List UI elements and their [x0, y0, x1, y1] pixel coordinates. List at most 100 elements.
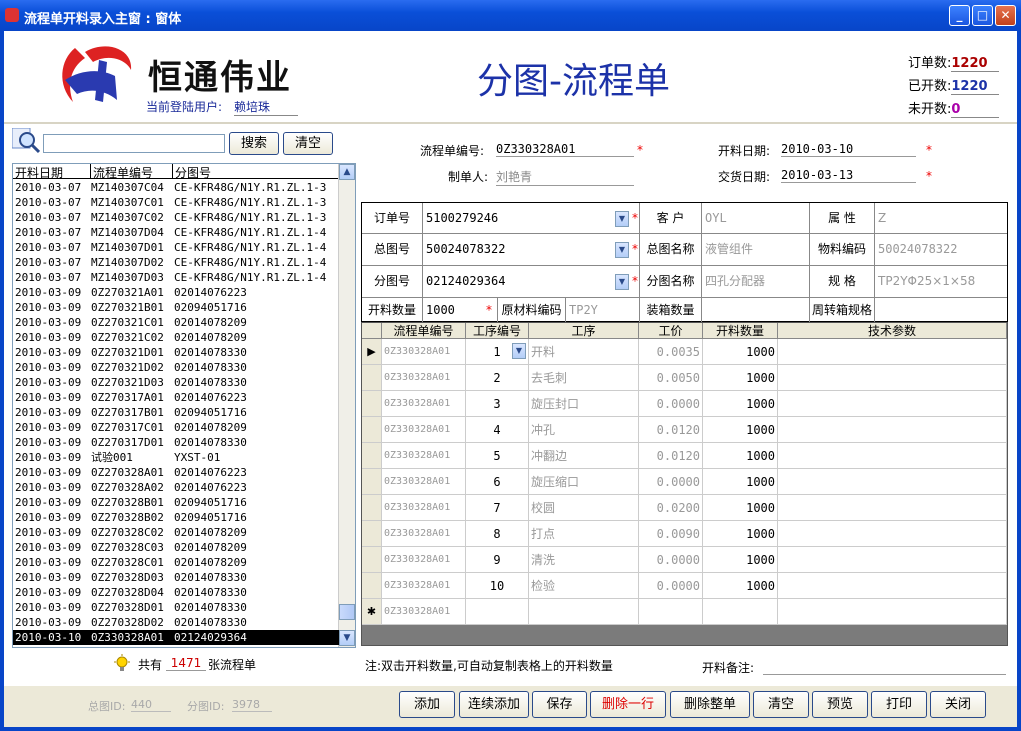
row-selector[interactable] — [362, 391, 382, 417]
grid-cell[interactable] — [778, 573, 1007, 599]
remark-field[interactable] — [763, 659, 1006, 675]
list-item[interactable]: 2010-03-09 0Z270328D02 02014078330 — [13, 615, 339, 630]
preview-button[interactable]: 预览 — [812, 691, 868, 718]
grid-cell[interactable]: 8 — [466, 521, 529, 547]
grid-cell[interactable]: 1000 — [703, 339, 778, 365]
current-row-indicator-icon[interactable]: ▶ — [362, 339, 382, 365]
grid-cell[interactable]: 4 — [466, 417, 529, 443]
list-item[interactable]: 2010-03-09 0Z270321D03 02014078330 — [13, 375, 339, 390]
grid-cell[interactable]: 10 — [466, 573, 529, 599]
grid-cell[interactable]: 0.0000 — [639, 547, 703, 573]
grid-row[interactable]: ▶ 0Z330328A01 1 开料 0.0035 1000 ▼ — [362, 339, 1007, 365]
grid-cell[interactable] — [778, 521, 1007, 547]
sub-field[interactable]: 02124029364 — [423, 266, 640, 298]
list-item[interactable]: 2010-03-09 0Z270328D03 02014078330 — [13, 570, 339, 585]
list-item[interactable]: 2010-03-07 MZ140307D04 CE-KFR48G/N1Y.R1.ZL… — [13, 225, 339, 240]
list-item[interactable]: 2010-03-09 0Z270317A01 02014076223 — [13, 390, 339, 405]
grid-cell[interactable]: 9 — [466, 547, 529, 573]
list-item[interactable]: 2010-03-09 0Z270328C03 02014078209 — [13, 540, 339, 555]
grid-row[interactable]: 0Z330328A01 7 校圆 0.0200 1000 — [362, 495, 1007, 521]
minimize-button[interactable]: _ — [949, 5, 970, 26]
grid-cell[interactable] — [466, 599, 529, 625]
search-button[interactable]: 搜索 — [229, 132, 279, 155]
list-item[interactable]: 2010-03-09 0Z270317B01 02094051716 — [13, 405, 339, 420]
list-item[interactable]: 2010-03-07 MZ140307C01 CE-KFR48G/N1Y.R1.ZL… — [13, 195, 339, 210]
list-item[interactable]: 2010-03-09 0Z270328C02 02014078209 — [13, 525, 339, 540]
grid-header-number[interactable]: 流程单编号 — [382, 323, 466, 339]
list-item[interactable]: 2010-03-07 MZ140307D03 CE-KFR48G/N1Y.R1.ZL… — [13, 270, 339, 285]
list-item[interactable]: 2010-03-07 MZ140307C04 CE-KFR48G/N1Y.R1.ZL… — [13, 180, 339, 195]
grid-cell[interactable]: 0Z330328A01 — [382, 469, 466, 495]
grid-cell[interactable] — [778, 339, 1007, 365]
maker-field[interactable]: 刘艳青 — [496, 168, 634, 186]
row-selector[interactable] — [362, 365, 382, 391]
grid-cell[interactable]: 0.0035 — [639, 339, 703, 365]
add-button[interactable]: 添加 — [399, 691, 455, 718]
grid-cell[interactable]: 7 — [466, 495, 529, 521]
grid-cell[interactable]: 冲翻边 — [529, 443, 639, 469]
grid-cell[interactable]: 清洗 — [529, 547, 639, 573]
grid-cell[interactable] — [529, 599, 639, 625]
grid-cell[interactable] — [778, 547, 1007, 573]
grid-cell[interactable]: 0.0050 — [639, 365, 703, 391]
grid-cell[interactable]: 0Z330328A01 — [382, 417, 466, 443]
grid-cell[interactable]: 0Z330328A01 — [382, 339, 466, 365]
close-button[interactable]: 关闭 — [930, 691, 986, 718]
grid-cell[interactable]: 1000 — [703, 495, 778, 521]
row-selector[interactable] — [362, 469, 382, 495]
list-header-drawing[interactable]: 分图号 — [173, 164, 339, 180]
grid-cell[interactable]: 0Z330328A01 — [382, 365, 466, 391]
grid-cell[interactable]: 旋压缩口 — [529, 469, 639, 495]
grid-cell[interactable]: 旋压封口 — [529, 391, 639, 417]
grid-cell[interactable]: 0Z330328A01 — [382, 547, 466, 573]
flow-sheet-list[interactable]: 开料日期 流程单编号 分图号 ▲ ▼ 2010-03-07 MZ140307C04… — [12, 163, 356, 648]
grid-cell[interactable] — [703, 599, 778, 625]
grid-cell[interactable]: 检验 — [529, 573, 639, 599]
material-code-field[interactable]: 50024078322 — [875, 234, 1007, 266]
grid-cell[interactable]: 0.0120 — [639, 443, 703, 469]
list-header-date[interactable]: 开料日期 — [13, 164, 91, 180]
grid-cell[interactable]: 0Z330328A01 — [382, 521, 466, 547]
grid-cell[interactable]: 5 — [466, 443, 529, 469]
maximize-button[interactable]: □ — [972, 5, 993, 26]
grid-cell[interactable]: 2 — [466, 365, 529, 391]
grid-cell[interactable]: 0Z330328A01 — [382, 573, 466, 599]
list-scrollbar[interactable]: ▲ ▼ — [338, 164, 355, 647]
new-row-indicator-icon[interactable]: ✱ — [362, 599, 382, 625]
grid-cell[interactable]: 校圆 — [529, 495, 639, 521]
grid-cell[interactable]: 1000 — [703, 521, 778, 547]
order-field[interactable]: 5100279246 — [423, 203, 640, 234]
row-selector[interactable] — [362, 495, 382, 521]
list-item[interactable]: 2010-03-07 MZ140307C02 CE-KFR48G/N1Y.R1.ZL… — [13, 210, 339, 225]
process-grid[interactable]: 流程单编号 工序编号 工序 工价 开料数量 技术参数 ▶ 0Z330328A01 1… — [361, 322, 1008, 646]
master-name-field[interactable]: 液管组件 — [702, 234, 810, 266]
list-item[interactable]: 2010-03-09 0Z270317C01 02014078209 — [13, 420, 339, 435]
grid-cell[interactable]: 0.0090 — [639, 521, 703, 547]
list-item[interactable]: 2010-03-09 0Z270328B01 02094051716 — [13, 495, 339, 510]
scroll-up-icon[interactable]: ▲ — [339, 164, 355, 180]
grid-cell[interactable]: 0Z330328A01 — [382, 495, 466, 521]
master-dropdown-icon[interactable]: ▼ — [615, 242, 629, 258]
clear-button[interactable]: 清空 — [753, 691, 809, 718]
list-item[interactable]: 2010-03-09 0Z270328D04 02014078330 — [13, 585, 339, 600]
grid-cell[interactable]: 0.0000 — [639, 573, 703, 599]
grid-cell[interactable] — [778, 391, 1007, 417]
grid-header-qty[interactable]: 开料数量 — [703, 323, 778, 339]
list-item[interactable]: 2010-03-09 0Z270321D02 02014078330 — [13, 360, 339, 375]
pack-field[interactable] — [702, 298, 810, 322]
grid-cell[interactable]: 开料 — [529, 339, 639, 365]
list-item[interactable]: 2010-03-07 MZ140307D02 CE-KFR48G/N1Y.R1.ZL… — [13, 255, 339, 270]
grid-cell[interactable]: 1000 — [703, 417, 778, 443]
row-selector[interactable] — [362, 417, 382, 443]
grid-cell[interactable]: 去毛刺 — [529, 365, 639, 391]
grid-new-row[interactable]: ✱ 0Z330328A01 — [362, 599, 1007, 625]
list-item[interactable]: 2010-03-09 0Z270328A02 02014076223 — [13, 480, 339, 495]
grid-cell[interactable]: 0.0200 — [639, 495, 703, 521]
grid-cell[interactable]: 0.0120 — [639, 417, 703, 443]
close-window-button[interactable]: ✕ — [995, 5, 1016, 26]
grid-cell[interactable]: 1000 — [703, 391, 778, 417]
list-item[interactable]: 2010-03-09 0Z270321B01 02094051716 — [13, 300, 339, 315]
sub-dropdown-icon[interactable]: ▼ — [615, 274, 629, 290]
grid-header-price[interactable]: 工价 — [639, 323, 703, 339]
print-button[interactable]: 打印 — [871, 691, 927, 718]
